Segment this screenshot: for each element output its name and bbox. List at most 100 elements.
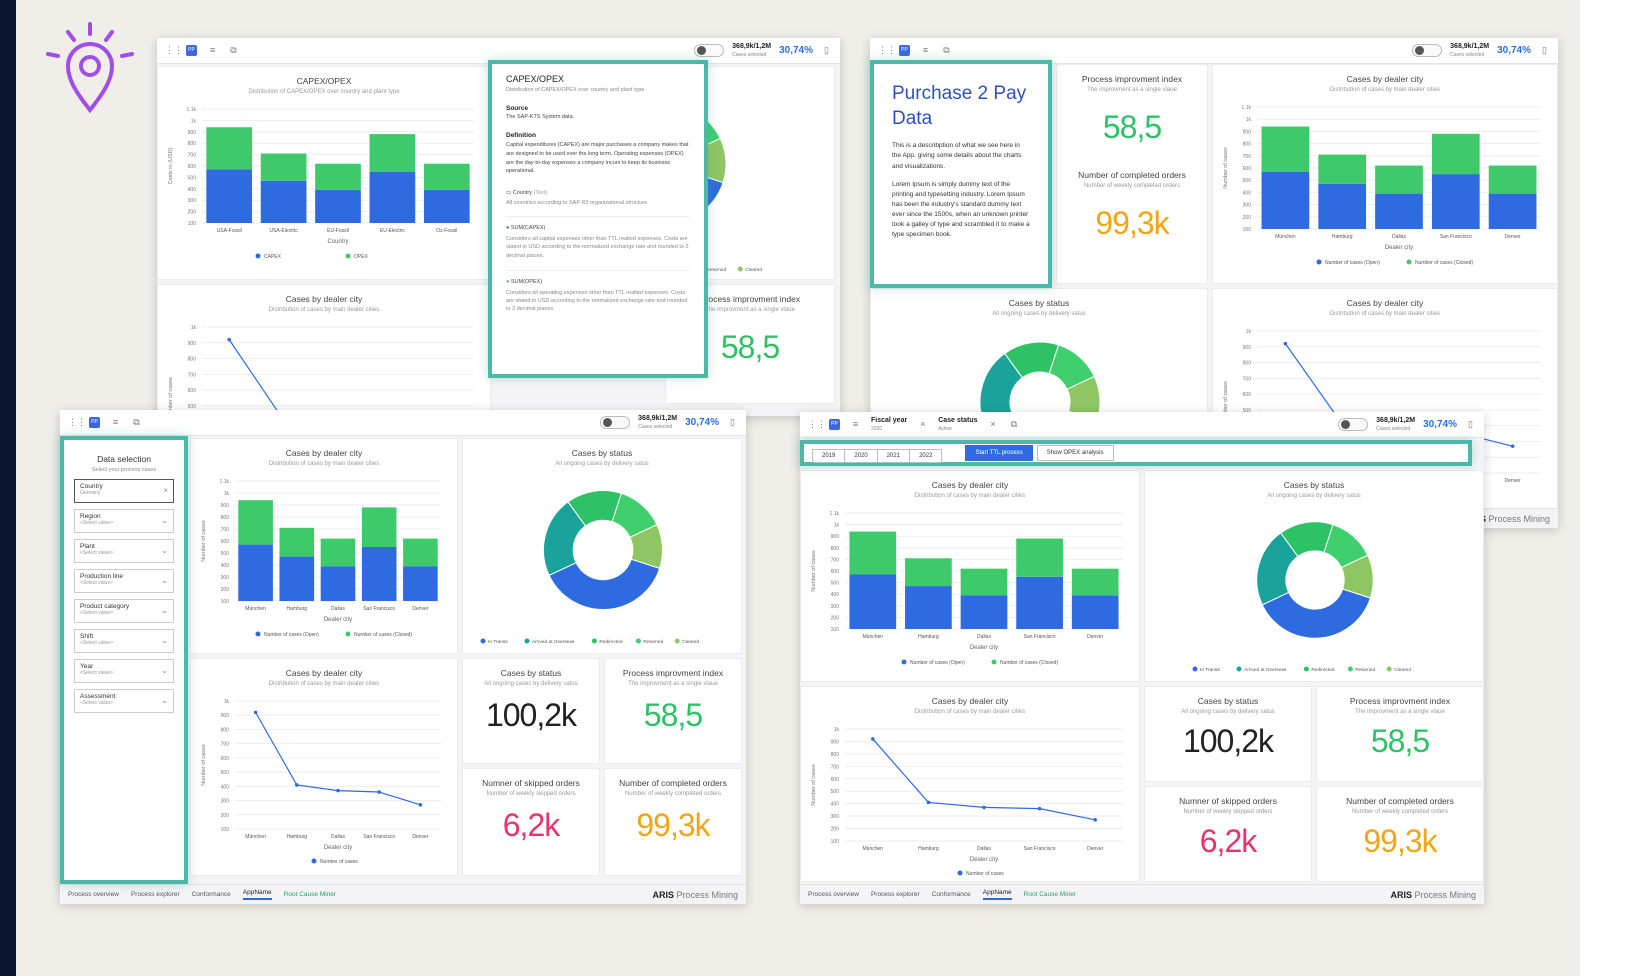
year-2020[interactable]: 2020 (844, 448, 878, 463)
tab-appname[interactable]: AppName (242, 889, 272, 900)
dealer-bar-card[interactable]: Cases by dealer city Distribution of cas… (800, 470, 1140, 682)
status-kpi-card[interactable]: Cases by status All ongoing cases by del… (1144, 686, 1312, 782)
kpi-cases: 368,9k/1,2M Cases selected (1376, 416, 1416, 432)
toggle-switch[interactable] (694, 44, 725, 57)
show-opex-button[interactable]: Show OPEX analysis (1036, 445, 1114, 461)
tab-process-explorer[interactable]: Process explorer (131, 891, 180, 898)
bookmark-icon[interactable]: ▯ (1465, 419, 1476, 430)
fiscal-year-chip[interactable]: Fiscal year 2020 (871, 417, 907, 433)
left-stripe (0, 0, 16, 976)
filter-label: Product category (80, 603, 130, 610)
case-status-chip[interactable]: Case status Active (938, 417, 977, 433)
year-2022[interactable]: 2022 (909, 448, 943, 463)
toggle-switch[interactable] (1412, 44, 1443, 57)
grid-icon[interactable]: ⋮⋮ (68, 417, 86, 428)
bookmark-icon[interactable]: ▯ (727, 417, 738, 428)
legend-label: Number of cases (Open) (1325, 260, 1380, 266)
x-tick-label: Denver (1505, 234, 1521, 240)
filter-plant[interactable]: Plant <Select value> ⌄ (74, 539, 174, 563)
filter-product-category[interactable]: Product category <Select value> ⌄ (74, 599, 174, 623)
pp-icon[interactable]: PP (186, 45, 197, 56)
year-2021[interactable]: 2021 (876, 448, 911, 463)
filter-subtitle: Select your process cases (91, 467, 157, 473)
bar-1 (1431, 133, 1480, 175)
x-tick-label: Denver (1087, 846, 1103, 852)
tab-root-cause-miner[interactable]: Root Cause Miner (284, 891, 336, 898)
filter-region[interactable]: Region <Select value> ⌄ (74, 509, 174, 533)
x-tick-label: Hamburg (918, 846, 939, 852)
capex-card[interactable]: CAPEX/OPEX Distribution of CAPEX/OPEX ov… (157, 66, 491, 280)
close-icon[interactable]: × (917, 419, 928, 430)
skipped-card[interactable]: Numner of skipped orders Number of weekl… (1144, 786, 1312, 882)
toggle-switch[interactable] (1338, 418, 1369, 431)
menu-icon[interactable]: ≡ (110, 417, 121, 428)
filter-assessment[interactable]: Assessment <Select value> ⌄ (74, 689, 174, 713)
grid-icon[interactable]: ⋮⋮ (165, 45, 183, 56)
bar-1 (1016, 538, 1063, 577)
pp-icon[interactable]: PP (899, 45, 910, 56)
line-point (377, 790, 381, 794)
pii-kpi-card[interactable]: Process improvment index The improvment … (1056, 64, 1208, 284)
chevron-down-icon[interactable]: ⌄ (161, 576, 168, 585)
x-tick-label: Denver (412, 606, 428, 612)
menu-icon[interactable]: ≡ (920, 45, 931, 56)
dealer-bar-card[interactable]: Cases by dealer city Distribution of cas… (190, 438, 458, 654)
completed-card[interactable]: Number of completed orders Number of wee… (604, 768, 742, 876)
pp-icon[interactable]: PP (829, 419, 840, 430)
chevron-down-icon[interactable]: ⌄ (161, 546, 168, 555)
toggle-switch[interactable] (600, 416, 631, 429)
chevron-down-icon[interactable]: ⌄ (161, 696, 168, 705)
filter-shift[interactable]: Shift <Select value> ⌄ (74, 629, 174, 653)
tab-process-overview[interactable]: Process overview (68, 891, 119, 898)
grid-icon[interactable]: ⋮⋮ (878, 45, 896, 56)
dealer-line-card[interactable]: Cases by dealer city Distribution of cas… (800, 686, 1140, 882)
chevron-down-icon[interactable]: ⌄ (161, 516, 168, 525)
grid-icon[interactable]: ⋮⋮ (808, 419, 826, 430)
filter-production-line[interactable]: Production line <Select value> ⌄ (74, 569, 174, 593)
start-ttl-button[interactable]: Start TTL process (965, 445, 1033, 461)
filter-icon[interactable]: ⧉ (1009, 419, 1020, 430)
filter-icon[interactable]: ⧉ (131, 417, 142, 428)
y-tick-label: 600 (831, 777, 840, 783)
x-tick-label: San Francisco (1440, 234, 1472, 240)
tab-root-cause-miner[interactable]: Root Cause Miner (1024, 891, 1076, 898)
pp-icon[interactable]: PP (89, 417, 100, 428)
bar-1 (1488, 165, 1537, 194)
pii-card[interactable]: Process improvment index The improvment … (604, 658, 742, 764)
clear-icon[interactable]: × (163, 486, 168, 495)
filter-icon[interactable]: ⧉ (941, 45, 952, 56)
card-title: Cases by dealer city (285, 448, 363, 458)
status-card[interactable]: Cases by status All ongoing cases by del… (462, 438, 742, 654)
tab-conformance[interactable]: Conformance (932, 891, 971, 898)
bookmark-icon[interactable]: ▯ (821, 45, 832, 56)
dealer-line-card[interactable]: Cases by dealer city Distribution of cas… (157, 284, 491, 416)
chevron-down-icon[interactable]: ⌄ (161, 606, 168, 615)
y-tick-label: 600 (221, 756, 230, 762)
y-tick-label: 800 (221, 515, 230, 521)
tab-conformance[interactable]: Conformance (192, 891, 231, 898)
legend-dot (991, 659, 997, 665)
tab-appname[interactable]: AppName (982, 889, 1012, 900)
menu-icon[interactable]: ≡ (207, 45, 218, 56)
bookmark-icon[interactable]: ▯ (1539, 45, 1550, 56)
tab-process-overview[interactable]: Process overview (808, 891, 859, 898)
tab-process-explorer[interactable]: Process explorer (871, 891, 920, 898)
skipped-card[interactable]: Numner of skipped orders Number of weekl… (462, 768, 600, 876)
status-kpi-card[interactable]: Cases by status All ongoing cases by del… (462, 658, 600, 764)
filter-country[interactable]: Country Germany × (74, 479, 174, 503)
dealer-line-card[interactable]: Cases by dealer city Distribution of cas… (190, 658, 458, 876)
dealer-bar-card[interactable]: Cases by dealer city Distribution of cas… (1212, 64, 1558, 284)
pii-card[interactable]: Process improvment index The improvment … (1316, 686, 1484, 782)
bar-0 (1375, 193, 1423, 229)
y-tick-label: 1k (191, 118, 197, 124)
year-2019[interactable]: 2019 (812, 448, 846, 463)
filter-year[interactable]: Year <Select value> ⌄ (74, 659, 174, 683)
filter-icon[interactable]: ⧉ (228, 45, 239, 56)
completed-card[interactable]: Number of completed orders Number of wee… (1316, 786, 1484, 882)
chevron-down-icon[interactable]: ⌄ (161, 636, 168, 645)
chevron-down-icon[interactable]: ⌄ (161, 666, 168, 675)
status-card[interactable]: Cases by status All ongoing cases by del… (1144, 470, 1484, 682)
close-icon[interactable]: × (988, 419, 999, 430)
card-title: Process improvment index (1349, 696, 1451, 706)
menu-icon[interactable]: ≡ (850, 419, 861, 430)
